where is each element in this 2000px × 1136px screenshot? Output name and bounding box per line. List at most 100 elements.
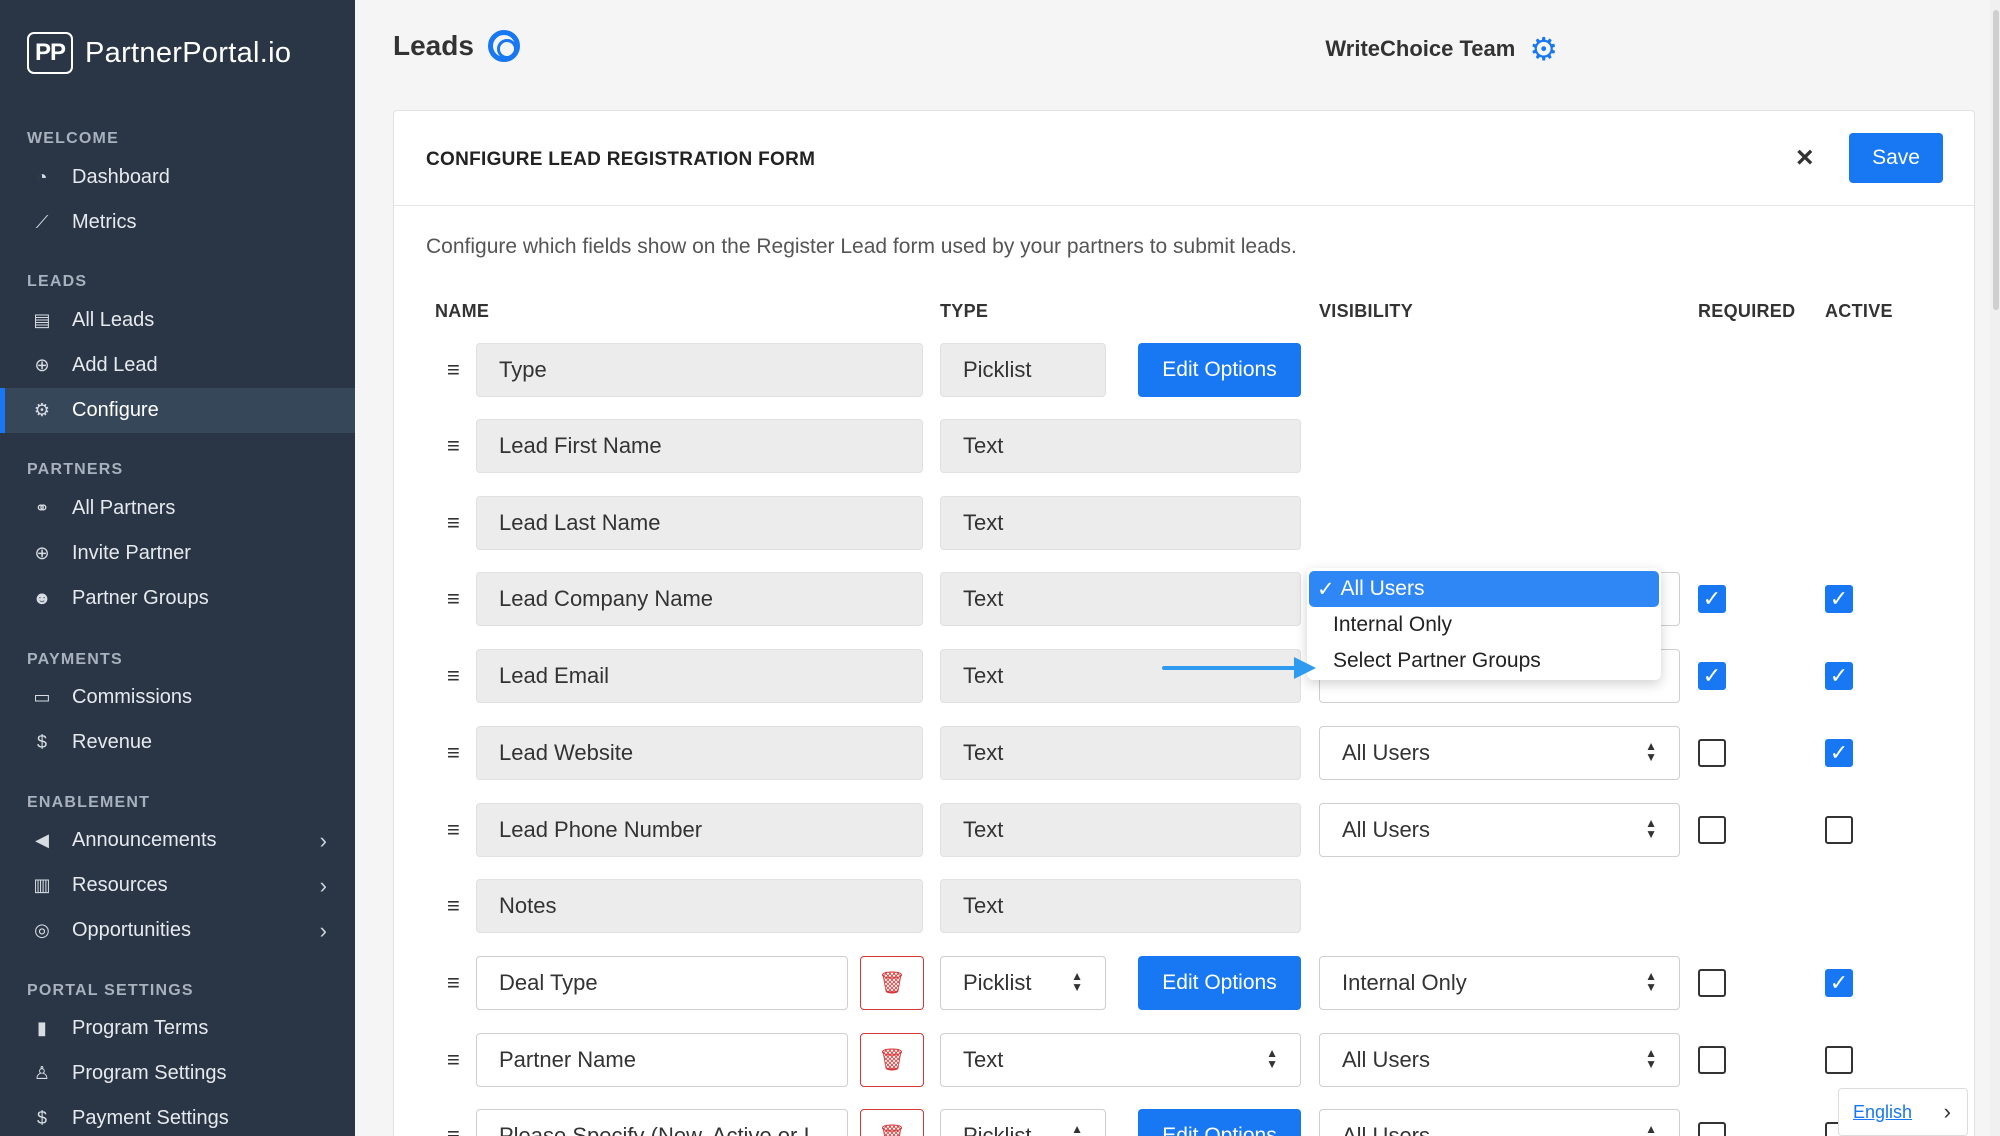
gear-icon: ⚙ — [33, 400, 51, 420]
sidebar-item-label: Program Terms — [72, 1017, 209, 1039]
sidebar-item-partner-groups[interactable]: ☻ Partner Groups — [0, 576, 355, 621]
section-welcome: WELCOME — [27, 130, 119, 147]
team-menu[interactable]: WriteChoice Team ⚙ — [1325, 33, 1558, 65]
sidebar-item-opportunities[interactable]: ◎ Opportunities › — [0, 908, 355, 953]
sidebar-item-program-terms[interactable]: ▮ Program Terms — [0, 1006, 355, 1051]
field-name-input: Type — [476, 343, 923, 397]
sidebar-item-add-lead[interactable]: ⊕ Add Lead — [0, 343, 355, 388]
drag-handle-icon[interactable]: ≡ — [447, 586, 460, 612]
edit-options-button[interactable]: Edit Options — [1138, 956, 1301, 1010]
card-description: Configure which fields show on the Regis… — [426, 235, 1297, 258]
sidebar-item-all-partners[interactable]: ⚭ All Partners — [0, 486, 355, 531]
scrollbar-thumb[interactable] — [1993, 10, 1999, 310]
dropdown-option-internal-only[interactable]: Internal Only — [1307, 607, 1661, 643]
annotation-arrow-head — [1294, 657, 1316, 679]
sidebar-item-configure[interactable]: ⚙ Configure — [0, 388, 355, 433]
sidebar-item-revenue[interactable]: $ Revenue — [0, 720, 355, 765]
field-name-input[interactable]: Partner Name — [476, 1033, 848, 1087]
sidebar-item-program-settings[interactable]: ♙ Program Settings — [0, 1051, 355, 1096]
field-name-input: Notes — [476, 879, 923, 933]
required-checkbox[interactable] — [1698, 969, 1726, 997]
help-icon[interactable] — [487, 30, 520, 62]
handshake-icon: ⚭ — [34, 498, 50, 518]
field-name-input[interactable]: Deal Type — [476, 956, 848, 1010]
active-checkbox[interactable]: ✓ — [1825, 662, 1853, 690]
sidebar-item-payment-settings[interactable]: $ Payment Settings — [0, 1096, 355, 1136]
close-icon[interactable]: × — [1796, 141, 1814, 175]
team-name: WriteChoice Team — [1325, 36, 1516, 61]
sidebar-item-label: Commissions — [72, 686, 193, 708]
required-checkbox[interactable] — [1698, 739, 1726, 767]
sidebar-item-invite-partner[interactable]: ⊕ Invite Partner — [0, 531, 355, 576]
chart-line-icon: ⟋ — [35, 212, 49, 232]
chevron-right-icon: › — [319, 872, 327, 898]
gear-icon[interactable]: ⚙ — [1529, 33, 1558, 65]
sidebar-item-label: Partner Groups — [72, 587, 209, 609]
visibility-select[interactable]: All Users ▲▼ — [1319, 803, 1680, 857]
field-type-select[interactable]: Picklist ▲▼ — [940, 956, 1106, 1010]
table-row: ≡ Notes Text — [394, 879, 1976, 935]
required-checkbox[interactable] — [1698, 1046, 1726, 1074]
delete-button[interactable]: 🗑 — [860, 1033, 924, 1087]
sidebar-item-label: Payment Settings — [72, 1107, 229, 1129]
field-type-select[interactable]: Picklist ▲▼ — [940, 1109, 1106, 1136]
required-checkbox[interactable] — [1698, 1122, 1726, 1136]
save-button[interactable]: Save — [1849, 133, 1943, 183]
sidebar-item-dashboard[interactable]: ◔ Dashboard — [0, 155, 355, 200]
active-checkbox[interactable]: ✓ — [1825, 739, 1853, 767]
drag-handle-icon[interactable]: ≡ — [447, 663, 460, 689]
drag-handle-icon[interactable]: ≡ — [447, 510, 460, 536]
sidebar-item-label: Invite Partner — [72, 542, 191, 564]
drag-handle-icon[interactable]: ≡ — [447, 433, 460, 459]
field-name-input: Lead Email — [476, 649, 923, 703]
brand-logo: PP — [27, 32, 73, 74]
active-checkbox[interactable]: ✓ — [1825, 585, 1853, 613]
visibility-dropdown-menu: ✓ All Users Internal Only Select Partner… — [1307, 568, 1661, 680]
active-checkbox[interactable] — [1825, 1046, 1853, 1074]
dropdown-option-select-partner-groups[interactable]: Select Partner Groups — [1307, 643, 1661, 679]
select-arrows-icon: ▲▼ — [1071, 969, 1083, 994]
delete-button[interactable]: 🗑 — [860, 1109, 924, 1136]
field-name-input: Lead First Name — [476, 419, 923, 473]
required-checkbox[interactable] — [1698, 816, 1726, 844]
field-type-select[interactable]: Text ▲ ▼ — [940, 1033, 1301, 1087]
sidebar-item-all-leads[interactable]: ▤ All Leads — [0, 298, 355, 343]
drag-handle-icon[interactable]: ≡ — [447, 1047, 460, 1073]
sidebar-item-announcements[interactable]: ◀ Announcements › — [0, 818, 355, 863]
delete-button[interactable]: 🗑 — [860, 956, 924, 1010]
sidebar-item-label: Configure — [72, 399, 159, 421]
drag-handle-icon[interactable]: ≡ — [447, 357, 460, 383]
edit-options-button[interactable]: Edit Options — [1138, 343, 1301, 397]
required-checkbox[interactable]: ✓ — [1698, 585, 1726, 613]
drag-handle-icon[interactable]: ≡ — [447, 817, 460, 843]
sidebar-item-label: Announcements — [72, 829, 217, 851]
sidebar-item-commissions[interactable]: ▭ Commissions — [0, 675, 355, 720]
visibility-select[interactable]: Internal Only ▲ ▼ — [1319, 956, 1680, 1010]
visibility-select[interactable]: All Users ▲▼ — [1319, 1109, 1680, 1136]
column-header-required: REQUIRED — [1698, 301, 1796, 321]
dropdown-option-all-users[interactable]: ✓ All Users — [1309, 571, 1659, 607]
check-icon: ✓ — [1317, 577, 1335, 601]
drag-handle-icon[interactable]: ≡ — [447, 893, 460, 919]
visibility-select[interactable]: All Users ▲▼ — [1319, 1033, 1680, 1087]
sidebar-item-metrics[interactable]: ⟋ Metrics — [0, 200, 355, 245]
active-checkbox[interactable]: ✓ — [1825, 969, 1853, 997]
drag-handle-icon[interactable]: ≡ — [447, 970, 460, 996]
language-link[interactable]: English — [1853, 1102, 1912, 1123]
required-checkbox[interactable]: ✓ — [1698, 662, 1726, 690]
sidebar-item-resources[interactable]: ▥ Resources › — [0, 863, 355, 908]
visibility-select[interactable]: All Users ▲▼ — [1319, 726, 1680, 780]
visibility-value: All Users — [1342, 1123, 1431, 1136]
sidebar-item-label: Program Settings — [72, 1062, 227, 1084]
sidebar: PP PartnerPortal.io WELCOME ◔ Dashboard ⟋… — [0, 0, 355, 1136]
drag-handle-icon[interactable]: ≡ — [447, 740, 460, 766]
sidebar-item-label: Add Lead — [72, 354, 158, 376]
edit-options-button[interactable]: Edit Options — [1138, 1109, 1301, 1136]
field-name-input[interactable]: Please Specify (New, Active or I — [476, 1109, 848, 1136]
select-arrows-icon: ▲▼ — [1645, 1122, 1657, 1136]
active-checkbox[interactable] — [1825, 816, 1853, 844]
drag-handle-icon[interactable]: ≡ — [447, 1123, 460, 1136]
brand[interactable]: PP PartnerPortal.io — [27, 32, 291, 74]
language-selector[interactable]: English › — [1838, 1088, 1968, 1136]
field-type-value: Text — [963, 1047, 1004, 1072]
